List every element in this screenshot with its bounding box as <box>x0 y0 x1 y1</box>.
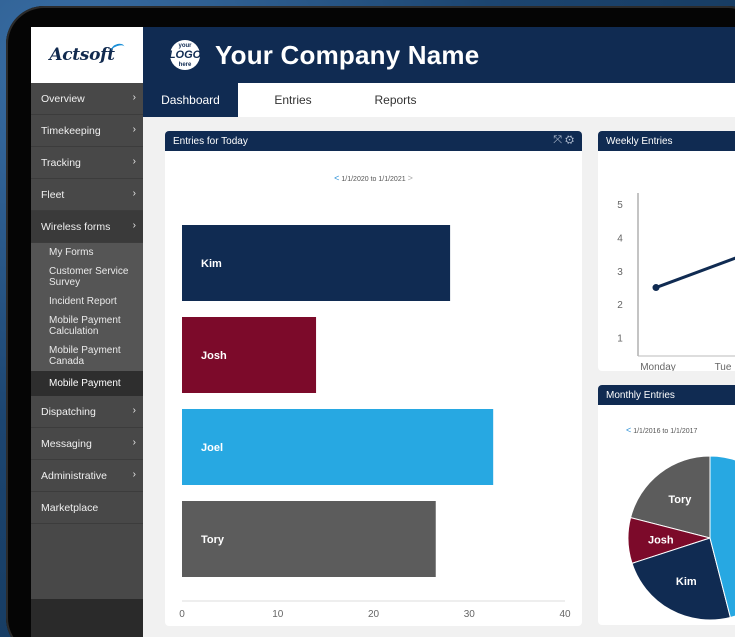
x-tick-label: 10 <box>272 609 284 620</box>
entries-bar-chart: Kim Josh Joel Tory 0 10 20 30 40 <box>179 225 571 620</box>
sidebar-item-timekeeping[interactable]: Timekeeping › <box>31 115 143 147</box>
panel-weekly-entries: Weekly Entries 1 2 3 4 5 Monday Tue <box>598 131 735 371</box>
panel-monthly-entries: Monthly Entries < 1/1/2016 to 1/1/2017 T… <box>598 385 735 625</box>
tab-dashboard[interactable]: Dashboard <box>143 83 238 117</box>
tab-reports[interactable]: Reports <box>348 83 443 117</box>
sidebar-item-label: Wireless forms <box>41 220 111 233</box>
panel-title: Entries for Today <box>173 135 248 147</box>
y-tick-label: 3 <box>617 267 623 278</box>
tab-entries[interactable]: Entries <box>238 83 348 117</box>
sidebar-item-label: Marketplace <box>41 501 99 514</box>
chevron-right-icon: › <box>132 92 136 103</box>
chevron-right-icon: › <box>132 469 136 480</box>
panel-title: Monthly Entries <box>606 389 675 401</box>
monthly-pie-chart: ToryJoshKimJo <box>627 455 735 621</box>
panel-title: Weekly Entries <box>606 135 673 147</box>
x-tick-label: 40 <box>559 609 571 620</box>
brand-logo[interactable]: Actsoft <box>31 27 143 83</box>
gear-icon[interactable]: ⚙ <box>565 134 574 146</box>
chevron-right-icon: › <box>132 188 136 199</box>
pie-label: Kim <box>676 576 697 588</box>
sidebar-item-dispatching[interactable]: Dispatching › <box>31 396 143 428</box>
sidebar-subnav: My Forms Customer Service Survey Incident … <box>31 243 143 396</box>
sidebar-item-messaging[interactable]: Messaging › <box>31 428 143 460</box>
sidebar-subitem-my-forms[interactable]: My Forms <box>31 243 143 262</box>
bar-label: Josh <box>201 350 227 362</box>
sidebar-subitem-mobile-payment-calculation[interactable]: Mobile Payment Calculation <box>31 311 143 341</box>
sidebar-item-label: Administrative <box>41 469 107 482</box>
sidebar-subitem-mobile-payment-canada[interactable]: Mobile Payment Canada <box>31 341 143 371</box>
weekly-line-chart: 1 2 3 4 5 Monday Tue <box>617 193 735 371</box>
x-tick-label: Monday <box>640 362 676 371</box>
sidebar-item-label: Timekeeping <box>41 124 101 137</box>
panel-header: Monthly Entries <box>598 385 735 405</box>
chevron-right-icon: › <box>132 405 136 416</box>
chevron-right-icon: › <box>132 156 136 167</box>
logo-text-mid: LOGO <box>168 48 202 61</box>
sidebar-item-overview[interactable]: Overview › <box>31 83 143 115</box>
chevron-right-icon: › <box>132 220 136 231</box>
brand-name: Actsoft <box>49 45 115 65</box>
panel-header: Entries for Today ⤧ ⚙ <box>165 131 582 151</box>
logo-text-bottom: here <box>178 61 192 68</box>
sidebar-subitem-mobile-payment[interactable]: Mobile Payment <box>31 371 143 396</box>
x-tick-label: Tue <box>715 362 732 371</box>
sidebar-item-label: Tracking <box>41 156 81 169</box>
tab-bar: Dashboard Entries Reports <box>143 83 735 117</box>
sidebar-nav-lower: Dispatching › Messaging › Administrative › Mar… <box>31 396 143 524</box>
sidebar-item-label: Overview <box>41 92 85 105</box>
expand-icon[interactable]: ⤧ <box>553 134 562 146</box>
bar-label: Joel <box>201 442 223 454</box>
x-tick-label: 30 <box>464 609 476 620</box>
company-logo-icon[interactable]: your LOGO here <box>168 40 202 70</box>
bar-label: Kim <box>201 258 222 270</box>
y-tick-label: 1 <box>617 334 623 345</box>
sidebar-subitem-customer-service-survey[interactable]: Customer Service Survey <box>31 262 143 292</box>
company-name: Your Company Name <box>215 39 480 70</box>
sidebar-item-administrative[interactable]: Administrative › <box>31 460 143 492</box>
pie-label: Tory <box>668 494 692 506</box>
sidebar-item-fleet[interactable]: Fleet › <box>31 179 143 211</box>
sidebar-item-marketplace[interactable]: Marketplace <box>31 492 143 524</box>
pie-label: Josh <box>648 535 674 547</box>
sidebar-item-tracking[interactable]: Tracking › <box>31 147 143 179</box>
sidebar-item-label: Dispatching <box>41 405 96 418</box>
x-tick-label: 20 <box>368 609 380 620</box>
x-tick-label: 0 <box>179 609 185 620</box>
bar-label: Tory <box>201 534 225 546</box>
chevron-right-icon: › <box>132 437 136 448</box>
sidebar-nav: Overview › Timekeeping › Tracking › Fleet › Wire… <box>31 83 143 243</box>
sidebar-item-label: Fleet <box>41 188 65 201</box>
sidebar-item-wireless-forms[interactable]: Wireless forms › <box>31 211 143 243</box>
weekly-series-line <box>655 256 735 289</box>
chevron-right-icon: › <box>132 124 136 135</box>
sidebar-item-label: Messaging <box>41 437 92 450</box>
app-screen: Actsoft Overview › Timekeeping › Tracking › Fl… <box>31 27 735 637</box>
sidebar-subitem-incident-report[interactable]: Incident Report <box>31 292 143 311</box>
app-header: your LOGO here Your Company Name <box>143 27 735 83</box>
y-tick-label: 5 <box>617 200 623 211</box>
data-point[interactable] <box>652 284 660 292</box>
y-tick-label: 4 <box>617 233 623 244</box>
sidebar-footer <box>31 599 143 637</box>
panel-tools: ⤧ ⚙ <box>553 134 574 147</box>
panel-entries-today: Entries for Today ⤧ ⚙ < 1/1/2020 to 1/1/… <box>165 131 582 626</box>
bar-kim[interactable] <box>182 225 451 301</box>
panel-header: Weekly Entries <box>598 131 735 151</box>
sidebar: Actsoft Overview › Timekeeping › Tracking › Fl… <box>31 27 143 637</box>
y-tick-label: 2 <box>617 300 623 311</box>
bar-joel[interactable] <box>182 409 494 485</box>
